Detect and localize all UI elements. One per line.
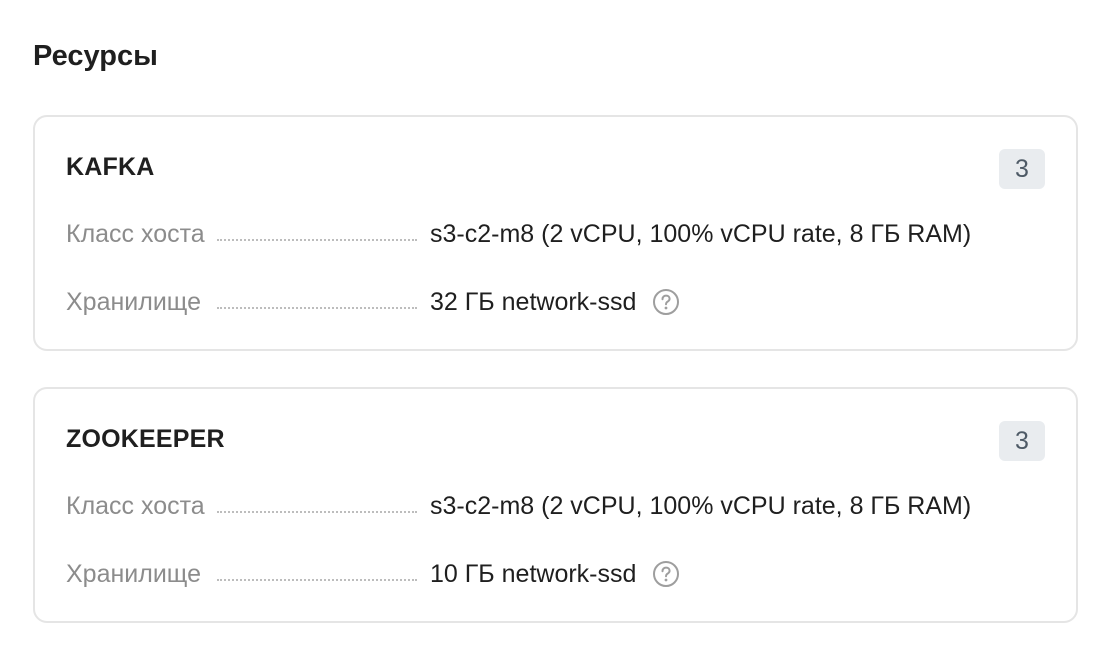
question-circle-icon[interactable] (652, 560, 680, 588)
host-class-text: s3-c2-m8 (2 vCPU, 100% vCPU rate, 8 ГБ R… (430, 492, 972, 520)
storage-text: 32 ГБ network-ssd (430, 288, 637, 316)
resource-card-kafka: KAFKA 3 Класс хоста s3-c2-m8 (2 vCPU, 10… (33, 115, 1078, 351)
resource-card-zookeeper: ZOOKEEPER 3 Класс хоста s3-c2-m8 (2 vCPU… (33, 387, 1078, 623)
section-title: Ресурсы (33, 40, 158, 72)
storage-row: Хранилище 32 ГБ network-ssd (66, 284, 1045, 320)
storage-text: 10 ГБ network-ssd (430, 560, 637, 588)
card-title: KAFKA (66, 153, 155, 181)
host-count-badge: 3 (999, 421, 1045, 461)
host-class-text: s3-c2-m8 (2 vCPU, 100% vCPU rate, 8 ГБ R… (430, 220, 972, 248)
resources-page: Ресурсы KAFKA 3 Класс хоста s3-c2-m8 (2 … (0, 0, 1118, 670)
dotted-leader (217, 239, 417, 241)
storage-row: Хранилище 10 ГБ network-ssd (66, 556, 1045, 592)
storage-value: 10 ГБ network-ssd (430, 556, 680, 592)
card-header: ZOOKEEPER 3 (66, 421, 1045, 461)
question-circle-icon[interactable] (652, 288, 680, 316)
host-class-value: s3-c2-m8 (2 vCPU, 100% vCPU rate, 8 ГБ R… (430, 488, 971, 524)
host-class-value: s3-c2-m8 (2 vCPU, 100% vCPU rate, 8 ГБ R… (430, 216, 971, 252)
card-title: ZOOKEEPER (66, 425, 225, 453)
host-class-row: Класс хоста s3-c2-m8 (2 vCPU, 100% vCPU … (66, 216, 1045, 252)
storage-label: Хранилище (66, 288, 201, 316)
host-class-label: Класс хоста (66, 492, 205, 520)
storage-label: Хранилище (66, 560, 201, 588)
host-class-row: Класс хоста s3-c2-m8 (2 vCPU, 100% vCPU … (66, 488, 1045, 524)
host-class-label: Класс хоста (66, 220, 205, 248)
dotted-leader (217, 307, 417, 309)
host-count-badge: 3 (999, 149, 1045, 189)
storage-value: 32 ГБ network-ssd (430, 284, 680, 320)
dotted-leader (217, 579, 417, 581)
dotted-leader (217, 511, 417, 513)
card-header: KAFKA 3 (66, 149, 1045, 189)
